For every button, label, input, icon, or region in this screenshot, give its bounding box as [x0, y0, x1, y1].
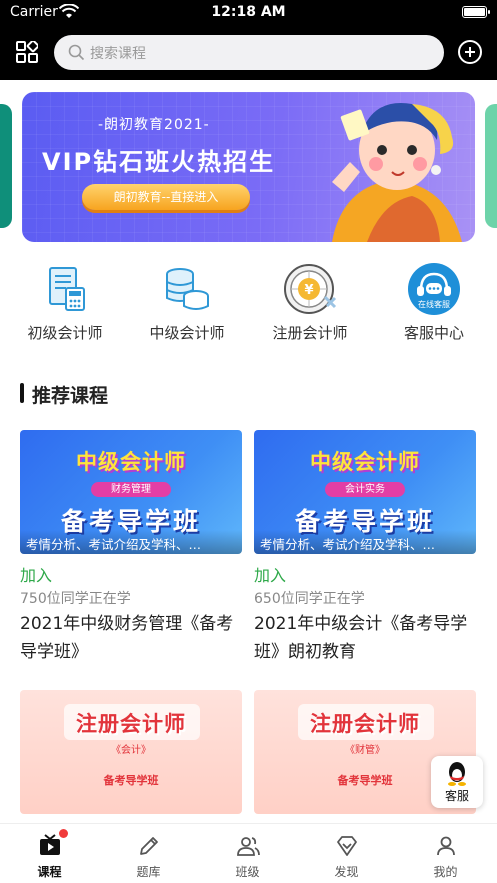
course-card[interactable]: 中级会计师 财务管理 备考导学班 考情分析、考试介绍及学科、… 加入 750位同… [20, 430, 242, 670]
banner-prev-peek[interactable] [0, 104, 12, 228]
tab-bar: 课程 题库 班级 发现 我的 [0, 823, 497, 883]
course-name: 2021年中级会计《备考导学班》朗初教育 [254, 614, 468, 662]
category-cpa[interactable]: ¥ 注册会计师 [255, 262, 365, 344]
category-label: 初级会计师 [27, 324, 103, 342]
category-intermediate-accountant[interactable]: 中级会计师 [132, 262, 242, 344]
thumb-title: 中级会计师 [76, 450, 186, 474]
notification-dot [59, 829, 68, 838]
coins-stack-icon [166, 268, 209, 310]
student-count: 750位同学正在学 [20, 591, 131, 607]
tab-discover[interactable]: 发现 [297, 824, 396, 883]
clock: 12:18 AM [211, 4, 286, 20]
category-label: 客服中心 [403, 324, 464, 342]
thumb-title: 中级会计师 [310, 450, 420, 474]
thumb-title: 注册会计师 [310, 712, 420, 736]
banner-title: VIP钻石班火热招生 [42, 148, 276, 176]
thumb-caption: 考情分析、考试介绍及学科、… [20, 530, 242, 554]
yen-globe-icon: ¥ [284, 264, 337, 314]
thumb-subject: 财务管理 [91, 482, 171, 497]
cartoon-girl-illustration [332, 102, 462, 242]
person-icon [437, 836, 455, 856]
service-badge: 在线客服 [418, 299, 450, 309]
course-card[interactable]: 注册会计师 《会计》 备考导学班 [20, 690, 242, 814]
header: Carrier 12:18 AM 搜索课程 [0, 0, 497, 80]
banner-subtitle: -朗初教育2021- [98, 117, 210, 133]
carousel-indicator [226, 230, 286, 234]
diamond-icon [337, 836, 357, 856]
category-grid-icon[interactable] [16, 41, 38, 63]
category-service-center[interactable]: 在线客服 客服中心 [379, 262, 489, 344]
category-label: 中级会计师 [149, 324, 225, 342]
search-icon [68, 44, 85, 61]
tab-class[interactable]: 班级 [198, 824, 297, 883]
banner-next-peek[interactable] [485, 104, 497, 228]
search-placeholder: 搜索课程 [90, 46, 146, 62]
users-icon [237, 837, 260, 856]
svg-text:¥: ¥ [304, 283, 313, 298]
section-accent-bar [20, 383, 24, 403]
thumb-main: 备考导学班 [103, 774, 159, 787]
course-name: 2021年中级财务管理《备考导学班》 [20, 614, 234, 662]
promo-banner[interactable]: -朗初教育2021- VIP钻石班火热招生 朗初教育--直接进入 [22, 92, 475, 242]
banner-cta-button[interactable]: 朗初教育--直接进入 [82, 184, 250, 210]
tab-label: 课程 [37, 865, 62, 879]
customer-service-button[interactable]: 客服 [431, 756, 483, 808]
headset-service-icon: 在线客服 [408, 263, 460, 315]
course-card[interactable]: 中级会计师 会计实务 备考导学班 考情分析、考试介绍及学科、… 加入 650位同… [254, 430, 476, 670]
thumb-caption: 考情分析、考试介绍及学科、… [254, 530, 476, 554]
customer-service-label: 客服 [444, 789, 469, 803]
course-thumbnail[interactable]: 中级会计师 会计实务 备考导学班 考情分析、考试介绍及学科、… [254, 430, 476, 554]
app-screen: Carrier 12:18 AM 搜索课程 -朗初教育2021- VIP钻石班火… [0, 0, 497, 883]
thumb-title: 注册会计师 [76, 712, 186, 736]
add-button[interactable] [458, 40, 482, 64]
tv-play-icon [40, 834, 60, 855]
tab-courses[interactable]: 课程 [0, 824, 99, 883]
tab-label: 题库 [136, 865, 161, 879]
tab-question-bank[interactable]: 题库 [99, 824, 198, 883]
tab-label: 我的 [433, 865, 458, 879]
category-junior-accountant[interactable]: 初级会计师 [10, 262, 120, 344]
thumb-subject: 会计实务 [325, 482, 405, 497]
join-link[interactable]: 加入 [254, 562, 286, 586]
battery-icon [462, 6, 490, 18]
thumb-subject: 《会计》 [111, 745, 151, 756]
student-count: 650位同学正在学 [254, 591, 365, 607]
tab-label: 发现 [334, 865, 359, 879]
tab-profile[interactable]: 我的 [396, 824, 495, 883]
section-title: 推荐课程 [32, 385, 109, 407]
search-input[interactable]: 搜索课程 [54, 35, 444, 70]
calculator-document-icon [49, 267, 85, 311]
tab-label: 班级 [235, 865, 260, 879]
join-link[interactable]: 加入 [20, 562, 52, 586]
course-thumbnail[interactable]: 中级会计师 财务管理 备考导学班 考情分析、考试介绍及学科、… [20, 430, 242, 554]
category-label: 注册会计师 [272, 324, 348, 342]
course-thumbnail[interactable]: 注册会计师 《会计》 备考导学班 [20, 690, 242, 814]
pencil-icon [140, 837, 158, 855]
thumb-subject: 《财管》 [345, 745, 385, 756]
qq-penguin-icon [448, 762, 466, 786]
status-bar: Carrier 12:18 AM [0, 0, 497, 26]
